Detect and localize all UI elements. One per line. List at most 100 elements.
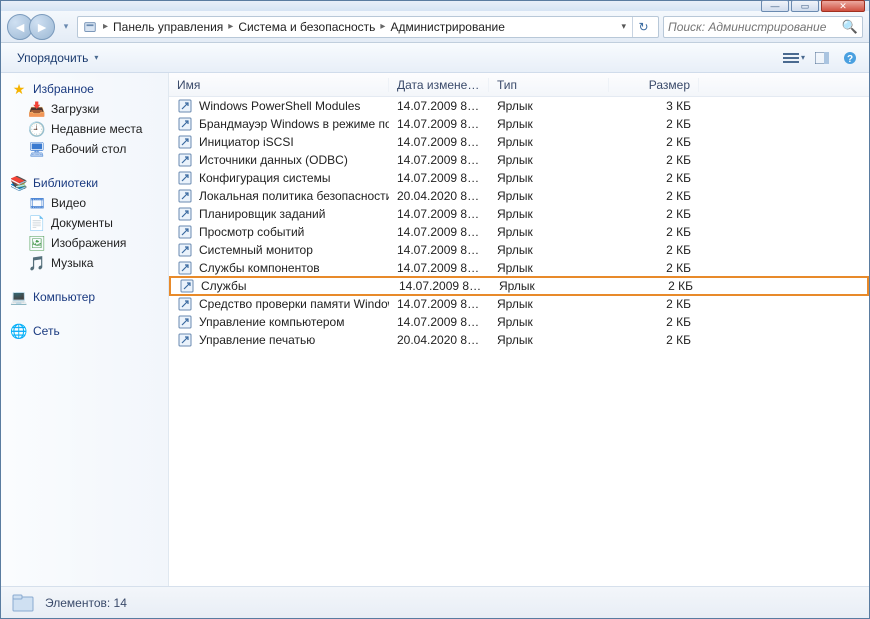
sidebar-item-videos[interactable]: 🎞 Видео [1, 193, 168, 213]
help-button[interactable]: ? [839, 47, 861, 69]
file-type: Ярлык [489, 261, 609, 275]
file-row[interactable]: Планировщик заданий14.07.2009 8:42Ярлык2… [169, 205, 869, 223]
maximize-button[interactable]: ▭ [791, 0, 819, 12]
computer-icon: 💻 [11, 289, 27, 305]
star-icon: ★ [11, 81, 27, 97]
shortcut-icon [177, 116, 193, 132]
sidebar-item-recent[interactable]: 🕘 Недавние места [1, 119, 168, 139]
breadcrumb-item[interactable]: Панель управления [111, 20, 225, 34]
search-icon[interactable]: 🔍 [842, 19, 858, 35]
file-row[interactable]: Службы14.07.2009 8:41Ярлык2 КБ [169, 276, 869, 296]
file-type: Ярлык [489, 189, 609, 203]
column-header-type[interactable]: Тип [489, 78, 609, 92]
file-size: 2 КБ [609, 333, 699, 347]
forward-button[interactable]: ► [29, 14, 55, 40]
file-row[interactable]: Системный монитор14.07.2009 8:41Ярлык2 К… [169, 241, 869, 259]
sidebar-item-downloads[interactable]: 📥 Загрузки [1, 99, 168, 119]
sidebar-item-music[interactable]: 🎵 Музыка [1, 253, 168, 273]
sidebar-item-label: Видео [51, 196, 86, 210]
breadcrumb-dropdown[interactable]: ▾ [617, 21, 630, 32]
sidebar-libraries-group: 📚 Библиотеки 🎞 Видео 📄 Документы 🖼 Изобр… [1, 173, 168, 273]
file-date: 14.07.2009 8:41 [389, 153, 489, 167]
file-size: 2 КБ [609, 225, 699, 239]
file-size: 2 КБ [609, 189, 699, 203]
shortcut-icon [177, 152, 193, 168]
column-header-size[interactable]: Размер [609, 78, 699, 92]
file-row[interactable]: Управление печатью 20.04.2020 8:39Ярлык2 … [169, 331, 869, 349]
sidebar-item-label: Загрузки [51, 102, 99, 116]
file-row[interactable]: Источники данных (ODBC)14.07.2009 8:41Яр… [169, 151, 869, 169]
sidebar-item-desktop[interactable]: 🖥 Рабочий стол [1, 139, 168, 159]
sidebar-favorites-label: Избранное [33, 82, 94, 96]
file-row[interactable]: Инициатор iSCSI14.07.2009 8:41Ярлык2 КБ [169, 133, 869, 151]
file-name: Службы компонентов [199, 261, 320, 275]
file-row[interactable]: Конфигурация системы14.07.2009 8:41Ярлык… [169, 169, 869, 187]
file-row[interactable]: Средство проверки памяти Windows14.07.20… [169, 295, 869, 313]
nav-history-dropdown[interactable]: ▾ [59, 17, 73, 37]
breadcrumb[interactable]: ▸ Панель управления ▸ Система и безопасн… [77, 16, 659, 38]
file-row[interactable]: Windows PowerShell Modules14.07.2009 8:5… [169, 97, 869, 115]
statusbar: Элементов: 14 [1, 586, 869, 618]
column-header-date[interactable]: Дата изменения [389, 78, 489, 92]
file-date: 14.07.2009 8:41 [389, 117, 489, 131]
sidebar-libraries-header[interactable]: 📚 Библиотеки [1, 173, 168, 193]
sidebar-network[interactable]: 🌐 Сеть [1, 321, 168, 341]
column-header-name[interactable]: Имя [169, 78, 389, 92]
shortcut-icon [177, 170, 193, 186]
file-size: 2 КБ [609, 315, 699, 329]
organize-label: Упорядочить [17, 51, 88, 65]
music-icon: 🎵 [29, 255, 45, 271]
preview-pane-button[interactable] [811, 47, 833, 69]
refresh-button[interactable]: ↻ [632, 17, 654, 37]
file-type: Ярлык [489, 243, 609, 257]
search-input[interactable] [668, 20, 842, 34]
file-size: 2 КБ [611, 279, 701, 293]
navbar: ◄ ► ▾ ▸ Панель управления ▸ Система и бе… [1, 11, 869, 43]
shortcut-icon [177, 242, 193, 258]
file-type: Ярлык [489, 207, 609, 221]
sidebar: ★ Избранное 📥 Загрузки 🕘 Недавние места … [1, 73, 169, 586]
file-date: 14.07.2009 8:42 [389, 225, 489, 239]
sidebar-favorites-header[interactable]: ★ Избранное [1, 79, 168, 99]
file-date: 14.07.2009 8:41 [389, 135, 489, 149]
file-size: 2 КБ [609, 153, 699, 167]
file-name: Конфигурация системы [199, 171, 330, 185]
file-name: Планировщик заданий [199, 207, 325, 221]
organize-button[interactable]: Упорядочить ▾ [9, 47, 106, 69]
file-row[interactable]: Службы компонентов14.07.2009 8:46Ярлык2 … [169, 259, 869, 277]
file-row[interactable]: Локальная политика безопасности20.04.202… [169, 187, 869, 205]
sidebar-computer-group: 💻 Компьютер [1, 287, 168, 307]
file-type: Ярлык [489, 297, 609, 311]
shortcut-icon [177, 188, 193, 204]
file-row[interactable]: Просмотр событий14.07.2009 8:42Ярлык2 КБ [169, 223, 869, 241]
file-size: 2 КБ [609, 171, 699, 185]
file-name: Инициатор iSCSI [199, 135, 294, 149]
file-type: Ярлык [489, 333, 609, 347]
shortcut-icon [177, 224, 193, 240]
sidebar-item-label: Документы [51, 216, 113, 230]
file-row[interactable]: Брандмауэр Windows в режиме повы...14.07… [169, 115, 869, 133]
library-icon: 📚 [11, 175, 27, 191]
breadcrumb-item[interactable]: Администрирование [388, 20, 506, 34]
sidebar-item-label: Рабочий стол [51, 142, 126, 156]
file-name: Системный монитор [199, 243, 313, 257]
nav-arrows: ◄ ► [7, 14, 55, 40]
sidebar-computer[interactable]: 💻 Компьютер [1, 287, 168, 307]
file-name: Управление компьютером [199, 315, 344, 329]
file-date: 20.04.2020 8:39 [389, 189, 489, 203]
file-date: 20.04.2020 8:39 [389, 333, 489, 347]
breadcrumb-item[interactable]: Система и безопасность [236, 20, 377, 34]
toolbar: Упорядочить ▾ ▾ ? [1, 43, 869, 73]
file-row[interactable]: Управление компьютером14.07.2009 8:41Ярл… [169, 313, 869, 331]
sidebar-item-pictures[interactable]: 🖼 Изображения [1, 233, 168, 253]
file-name: Windows PowerShell Modules [199, 99, 360, 113]
sidebar-item-documents[interactable]: 📄 Документы [1, 213, 168, 233]
file-name: Источники данных (ODBC) [199, 153, 348, 167]
searchbox[interactable]: 🔍 [663, 16, 863, 38]
minimize-button[interactable]: — [761, 0, 789, 12]
close-button[interactable]: ✕ [821, 0, 865, 12]
image-icon: 🖼 [29, 235, 45, 251]
view-options-button[interactable]: ▾ [783, 47, 805, 69]
file-type: Ярлык [489, 135, 609, 149]
file-name: Управление печатью [199, 333, 315, 347]
